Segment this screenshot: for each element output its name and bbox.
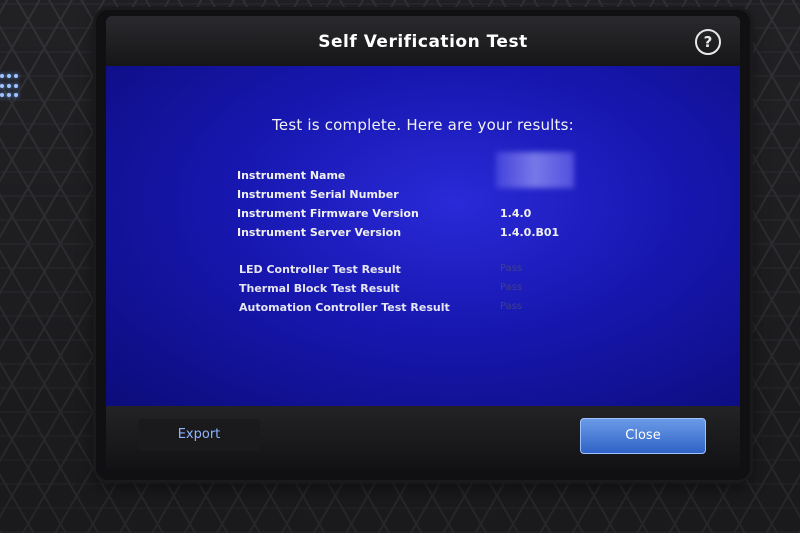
window-title: Self Verification Test bbox=[318, 32, 528, 52]
result-row-thermal-block: Thermal Block Test Result Pass bbox=[106, 282, 740, 300]
result-row-led-controller: LED Controller Test Result Pass bbox=[106, 263, 740, 281]
info-row-server-version: Instrument Server Version 1.4.0.B01 bbox=[106, 226, 740, 244]
result-label: LED Controller Test Result bbox=[239, 263, 401, 276]
info-value: 1.4.0 bbox=[500, 207, 532, 220]
info-label: Instrument Serial Number bbox=[237, 188, 399, 201]
info-label: Instrument Name bbox=[237, 169, 346, 182]
results-headline: Test is complete. Here are your results: bbox=[272, 116, 574, 134]
result-status: Pass bbox=[500, 282, 523, 293]
info-value: 1.4.0.B01 bbox=[500, 226, 560, 239]
device-grid-icon bbox=[0, 74, 18, 100]
help-icon[interactable]: ? bbox=[695, 29, 721, 55]
result-label: Automation Controller Test Result bbox=[239, 301, 450, 314]
result-status: Pass bbox=[500, 301, 523, 312]
info-row-serial-number: Instrument Serial Number bbox=[106, 188, 740, 206]
info-label: Instrument Firmware Version bbox=[237, 207, 419, 220]
results-panel: Test is complete. Here are your results:… bbox=[106, 66, 740, 406]
close-button[interactable]: Close bbox=[580, 418, 706, 454]
result-label: Thermal Block Test Result bbox=[239, 282, 400, 295]
info-row-firmware-version: Instrument Firmware Version 1.4.0 bbox=[106, 207, 740, 225]
info-label: Instrument Server Version bbox=[237, 226, 402, 239]
info-row-instrument-name: Instrument Name bbox=[106, 169, 740, 187]
title-bar: Self Verification Test ? bbox=[106, 16, 740, 67]
export-button[interactable]: Export bbox=[138, 419, 260, 451]
result-status: Pass bbox=[500, 263, 523, 274]
footer-bar: Export Close bbox=[106, 406, 740, 470]
result-row-automation-controller: Automation Controller Test Result Pass bbox=[106, 301, 740, 319]
dialog-screen: Self Verification Test ? Test is complet… bbox=[106, 16, 740, 470]
